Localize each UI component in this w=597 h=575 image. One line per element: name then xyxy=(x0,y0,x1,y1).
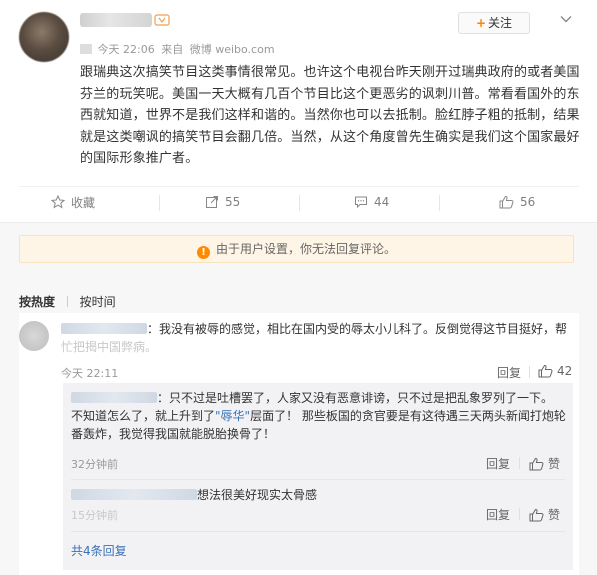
vip-badge-icon xyxy=(154,14,170,26)
meta-obscured xyxy=(80,44,92,54)
thumbs-up-icon xyxy=(499,195,514,209)
commenter-avatar[interactable] xyxy=(19,321,49,351)
repost-button[interactable]: 55 xyxy=(205,187,240,217)
reply-body-line1: ：只不过是吐槽罢了，人家又没有恶意诽谤，只不过是把乱象罗列了一下。 xyxy=(157,391,554,405)
reply-reply-button[interactable]: 回复 xyxy=(486,455,510,472)
more-replies-link[interactable]: 共4条回复 xyxy=(71,542,127,559)
thumbs-up-icon xyxy=(529,508,544,521)
chevron-down-icon[interactable] xyxy=(559,12,573,26)
reply-body-quote: "辱华" xyxy=(215,409,251,423)
reply-reply-button[interactable]: 回复 xyxy=(486,506,510,523)
action-divider xyxy=(159,195,160,211)
like-label: 赞 xyxy=(548,508,561,522)
author-avatar[interactable] xyxy=(19,12,69,62)
comment-count: 44 xyxy=(374,195,390,209)
post-content: 跟瑞典这次搞笑节目这类事情很常见。也许这个电视台昨天刚开过瑞典政府的或者美国芬兰… xyxy=(80,65,580,166)
comment-body: ：我没有被辱的感觉，相比在国内受的辱太小儿科了。反倒觉得这节目挺好，帮 xyxy=(147,322,568,336)
comments-panel: ! 由于用户设置，你无法回复评论。 按热度 按时间 ：我没有被辱的感觉，相比在国内… xyxy=(0,222,597,575)
reply-label: 回复 xyxy=(497,366,522,380)
reply-author-obscured[interactable] xyxy=(71,489,197,500)
post-time: 今天 22:06 xyxy=(97,43,155,56)
notice-text: 由于用户设置，你无法回复评论。 xyxy=(215,242,396,256)
comment-button[interactable]: 44 xyxy=(354,187,389,217)
reply-like-button[interactable]: 赞 xyxy=(529,506,560,523)
repost-icon xyxy=(206,196,218,208)
action-divider xyxy=(529,366,530,378)
thumbs-up-icon xyxy=(529,457,544,470)
tab-sort-by-time[interactable]: 按时间 xyxy=(80,293,116,310)
reply-label: 回复 xyxy=(486,508,511,522)
reply-thread: ：只不过是吐槽罢了，人家又没有恶意诽谤，只不过是把乱象罗列了一下。 不知道怎么了… xyxy=(63,383,573,570)
like-count: 56 xyxy=(520,195,536,209)
author-name-obscured[interactable] xyxy=(80,13,152,27)
reply-body-line3: 番轰炸，我觉得我国就能脱胎换骨了！ xyxy=(71,427,276,441)
reply-label: 回复 xyxy=(486,457,511,471)
reply-like-button[interactable]: 赞 xyxy=(529,455,560,472)
reply-divider xyxy=(71,531,565,532)
comment-sort-tabs: 按热度 按时间 xyxy=(19,293,116,310)
thumbs-up-icon xyxy=(538,364,553,378)
action-divider xyxy=(299,195,300,211)
weibo-post: 今天 22:06 来自 微博 weibo.com + 关注 跟瑞典这次搞笑节目这类… xyxy=(0,0,597,222)
like-button[interactable]: 56 xyxy=(499,187,535,217)
reply-time: 32分钟前 xyxy=(71,458,118,471)
favorite-button[interactable]: 收藏 xyxy=(51,187,95,217)
reply-body: 想法很美好现实太骨感 xyxy=(197,488,318,502)
comment-icon xyxy=(355,196,367,209)
comment-restriction-notice: ! 由于用户设置，你无法回复评论。 xyxy=(19,235,574,263)
reply-body-line2-prefix: 不知道怎么了，就上升到了 xyxy=(71,409,216,423)
favorite-label: 收藏 xyxy=(71,195,96,210)
warning-icon: ! xyxy=(196,246,210,259)
tab-divider xyxy=(66,296,68,307)
repost-count: 55 xyxy=(225,195,241,209)
action-divider xyxy=(439,195,440,211)
commenter-name-obscured[interactable] xyxy=(61,323,147,334)
action-divider xyxy=(519,508,520,520)
action-divider xyxy=(519,457,520,469)
plus-icon: + xyxy=(475,16,487,30)
comment-like-count: 42 xyxy=(557,364,573,378)
post-actions-bar: 收藏 55 44 56 xyxy=(19,186,579,216)
comment-body-obscured: 忙把揭中国弊病。 xyxy=(61,340,158,354)
tab-sort-by-hot[interactable]: 按热度 xyxy=(19,293,55,310)
reply-time: 15分钟前 xyxy=(71,509,118,522)
reply-author-obscured[interactable] xyxy=(71,392,157,403)
comment-text: ：我没有被辱的感觉，相比在国内受的辱太小儿科了。反倒觉得这节目挺好，帮 忙把揭中… xyxy=(61,320,576,356)
comment-reply-button[interactable]: 回复 xyxy=(497,364,521,381)
reply-body-line2-suffix: 层面了！ 那些板国的贪官要是有这待遇三天两头新闻打炮轮 xyxy=(250,409,566,423)
star-icon xyxy=(51,195,65,209)
comment-time: 今天 22:11 xyxy=(61,367,119,380)
follow-label: 关注 xyxy=(488,16,513,30)
reply-text: ：只不过是吐槽罢了，人家又没有恶意诽谤，只不过是把乱象罗列了一下。 不知道怎么了… xyxy=(71,389,571,443)
post-meta: 今天 22:06 来自 微博 weibo.com xyxy=(80,41,275,57)
post-source[interactable]: 微博 weibo.com xyxy=(190,43,275,56)
comment-like-button[interactable]: 42 xyxy=(538,364,572,378)
follow-button[interactable]: + 关注 xyxy=(458,12,530,34)
reply-text: 想法很美好现实太骨感 xyxy=(71,486,571,504)
comment-list: ：我没有被辱的感觉，相比在国内受的辱太小儿科了。反倒觉得这节目挺好，帮 忙把揭中… xyxy=(19,313,579,575)
like-label: 赞 xyxy=(548,457,561,471)
post-source-prefix: 来自 xyxy=(161,43,184,56)
reply-divider xyxy=(71,479,565,480)
